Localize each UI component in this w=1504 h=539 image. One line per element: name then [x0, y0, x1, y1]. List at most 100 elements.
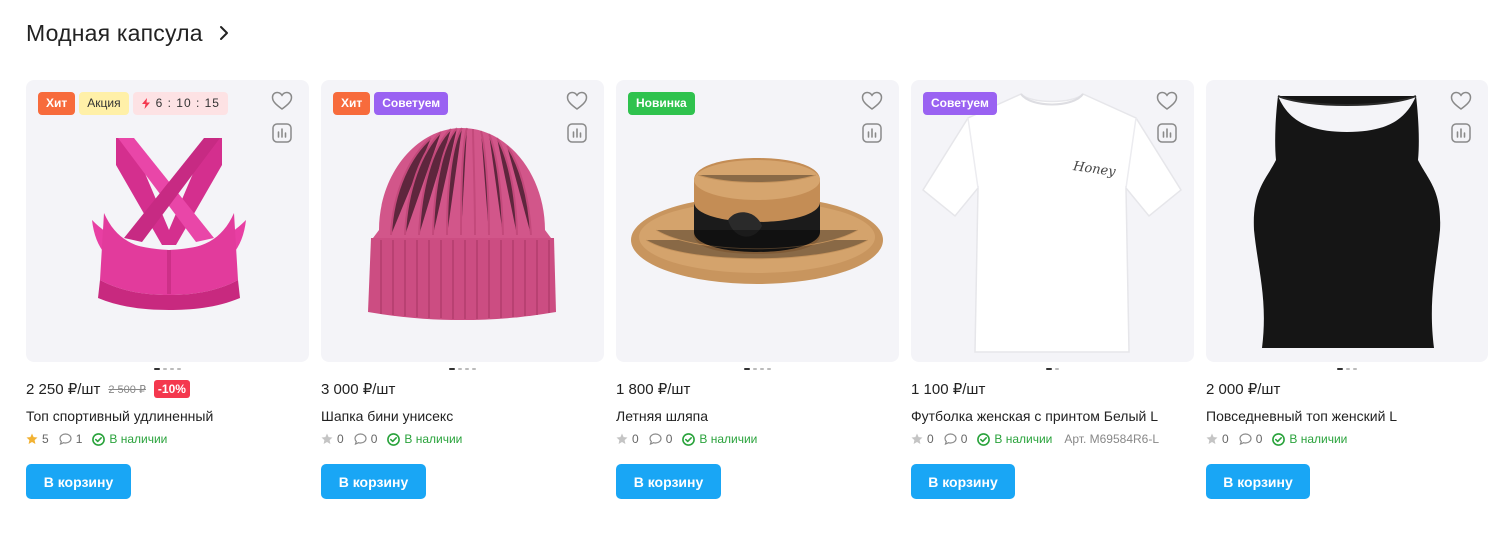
pagination-dot[interactable] [154, 368, 160, 370]
stock-label: В наличии [109, 432, 168, 446]
timer-badge: 6 : 10 : 15 [132, 92, 228, 115]
product-name[interactable]: Футболка женская с принтом Белый L [911, 408, 1194, 426]
bar-chart-icon[interactable] [862, 123, 882, 143]
recommended-badge: Советуем [374, 92, 449, 115]
pagination-dot[interactable] [177, 368, 181, 370]
pagination-dot[interactable] [449, 368, 455, 370]
reviews[interactable]: 0 [649, 432, 673, 446]
product-meta: 5 1 В наличии [26, 431, 309, 447]
heart-icon[interactable] [271, 91, 293, 111]
price: 1 800 ₽/шт [616, 381, 691, 398]
product-image-area[interactable]: Хит Акция 6 : 10 : 15 [26, 80, 309, 362]
reviews[interactable]: 0 [1239, 432, 1263, 446]
product-carousel: Хит Акция 6 : 10 : 15 2 250 ₽/шт 2 500 ₽… [26, 80, 1488, 499]
chevron-right-icon[interactable] [219, 25, 229, 41]
bar-chart-icon[interactable] [1451, 123, 1471, 143]
star-icon [911, 433, 923, 445]
pagination-dot[interactable] [753, 368, 757, 370]
rating-value: 5 [42, 432, 49, 446]
pagination-dot[interactable] [170, 368, 174, 370]
pagination-dot[interactable] [767, 368, 771, 370]
pagination-dot[interactable] [1055, 368, 1059, 370]
add-to-cart-button[interactable]: В корзину [616, 464, 721, 499]
pagination-dot[interactable] [760, 368, 764, 370]
check-circle-icon [387, 432, 401, 446]
reviews[interactable]: 0 [944, 432, 967, 446]
reviews-count: 1 [75, 432, 83, 446]
image-pagination[interactable] [1206, 362, 1488, 376]
image-pagination[interactable] [911, 362, 1194, 376]
product-meta: 0 0 В наличии Арт. M69584R6-L [911, 431, 1194, 447]
product-image [922, 93, 1182, 353]
price: 1 100 ₽/шт [911, 381, 986, 398]
badge-group: Хит Советуем [333, 92, 449, 115]
timer-value: 6 : 10 : 15 [155, 96, 220, 110]
price-row: 1 100 ₽/шт [911, 378, 1194, 400]
product-card[interactable]: Хит Акция 6 : 10 : 15 2 250 ₽/шт 2 500 ₽… [26, 80, 309, 499]
pagination-dot[interactable] [744, 368, 750, 370]
bar-chart-icon[interactable] [567, 123, 587, 143]
speech-bubble-icon [1239, 433, 1252, 445]
hit-badge: Хит [38, 92, 76, 115]
product-image-area[interactable]: Хит Советуем [321, 80, 604, 362]
product-name[interactable]: Летняя шляпа [616, 408, 899, 426]
add-to-cart-button[interactable]: В корзину [911, 464, 1015, 499]
rating-value: 0 [927, 432, 934, 446]
hit-badge: Хит [333, 92, 371, 115]
bar-chart-icon[interactable] [1157, 123, 1177, 143]
product-name[interactable]: Топ спортивный удлиненный [26, 408, 309, 426]
heart-icon[interactable] [566, 91, 588, 111]
product-image-area[interactable]: Новинка [616, 80, 899, 362]
product-image-area[interactable]: Советуем Honey [911, 80, 1194, 362]
reviews[interactable]: 1 [59, 432, 83, 446]
image-pagination[interactable] [321, 362, 604, 376]
pagination-dot[interactable] [465, 368, 469, 370]
sku: Арт. M69584R6-L [1064, 432, 1160, 446]
heart-icon[interactable] [1450, 91, 1472, 111]
rating: 5 [26, 432, 49, 446]
product-card[interactable]: Советуем Honey 1 100 ₽/шт Футболка женск… [911, 80, 1194, 499]
check-circle-icon [1272, 432, 1286, 446]
star-icon [321, 433, 333, 445]
promo-badge: Акция [79, 92, 129, 115]
add-to-cart-button[interactable]: В корзину [321, 464, 426, 499]
speech-bubble-icon [649, 433, 662, 445]
stock-status: В наличии [977, 432, 1052, 446]
pagination-dot[interactable] [458, 368, 462, 370]
product-card[interactable]: 2 000 ₽/шт Повседневный топ женский L 0 … [1206, 80, 1488, 499]
pagination-dot[interactable] [163, 368, 167, 370]
pagination-dot[interactable] [1353, 368, 1357, 370]
lightning-icon [141, 98, 151, 109]
bar-chart-icon[interactable] [272, 123, 292, 143]
reviews-count: 0 [370, 432, 378, 446]
pagination-dot[interactable] [1337, 368, 1343, 370]
product-card[interactable]: Хит Советуем 3 000 ₽/шт Шапка бини унисе… [321, 80, 604, 499]
add-to-cart-button[interactable]: В корзину [1206, 464, 1310, 499]
product-name[interactable]: Шапка бини унисекс [321, 408, 604, 426]
heart-icon[interactable] [861, 91, 883, 111]
stock-label: В наличии [1289, 432, 1348, 446]
heart-icon[interactable] [1156, 91, 1178, 111]
pagination-dot[interactable] [1346, 368, 1350, 370]
product-name[interactable]: Повседневный топ женский L [1206, 408, 1488, 426]
product-card[interactable]: Новинка 1 800 ₽/шт Летняя шляпа 0 0 В на… [616, 80, 899, 499]
check-circle-icon [682, 432, 696, 446]
rating-value: 0 [632, 432, 639, 446]
recommended-badge: Советуем [923, 92, 997, 115]
stock-status: В наличии [92, 432, 167, 446]
rating: 0 [1206, 432, 1229, 446]
pagination-dot[interactable] [1046, 368, 1052, 370]
pagination-dot[interactable] [472, 368, 476, 370]
price: 2 000 ₽/шт [1206, 381, 1281, 398]
reviews[interactable]: 0 [354, 432, 378, 446]
price: 2 250 ₽/шт [26, 381, 101, 398]
price-row: 2 000 ₽/шт [1206, 378, 1488, 400]
badge-group: Советуем [923, 92, 997, 115]
reviews-count: 0 [665, 432, 673, 446]
image-pagination[interactable] [616, 362, 899, 376]
product-image-area[interactable] [1206, 80, 1488, 362]
rating-value: 0 [1222, 432, 1229, 446]
image-pagination[interactable] [26, 362, 309, 376]
add-to-cart-button[interactable]: В корзину [26, 464, 131, 499]
reviews-count: 0 [1255, 432, 1263, 446]
